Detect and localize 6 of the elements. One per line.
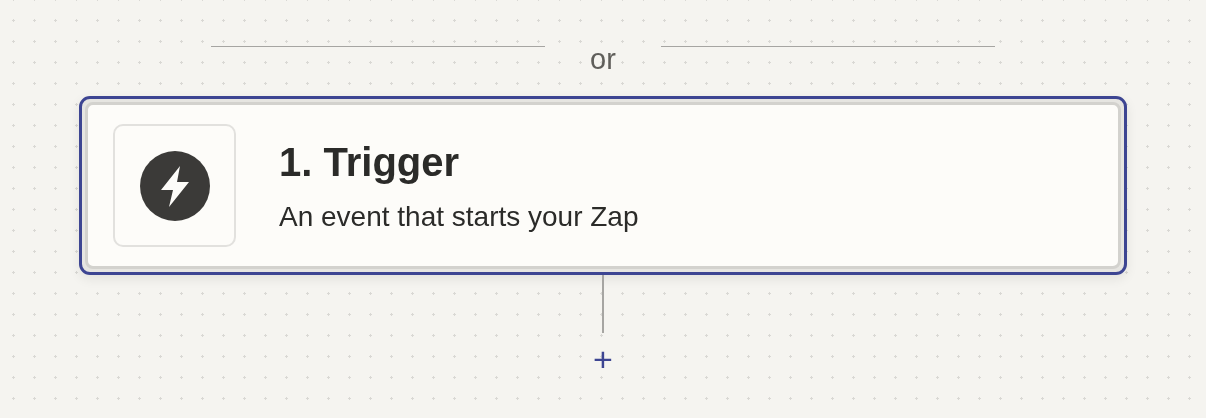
step-description: An event that starts your Zap [279, 199, 639, 234]
trigger-step-card[interactable]: 1. Trigger An event that starts your Zap [79, 96, 1127, 275]
separator-label: or [589, 42, 617, 77]
add-step-button[interactable]: + [589, 341, 617, 377]
step-title: 1. Trigger [279, 138, 461, 186]
lightning-icon [139, 150, 210, 221]
